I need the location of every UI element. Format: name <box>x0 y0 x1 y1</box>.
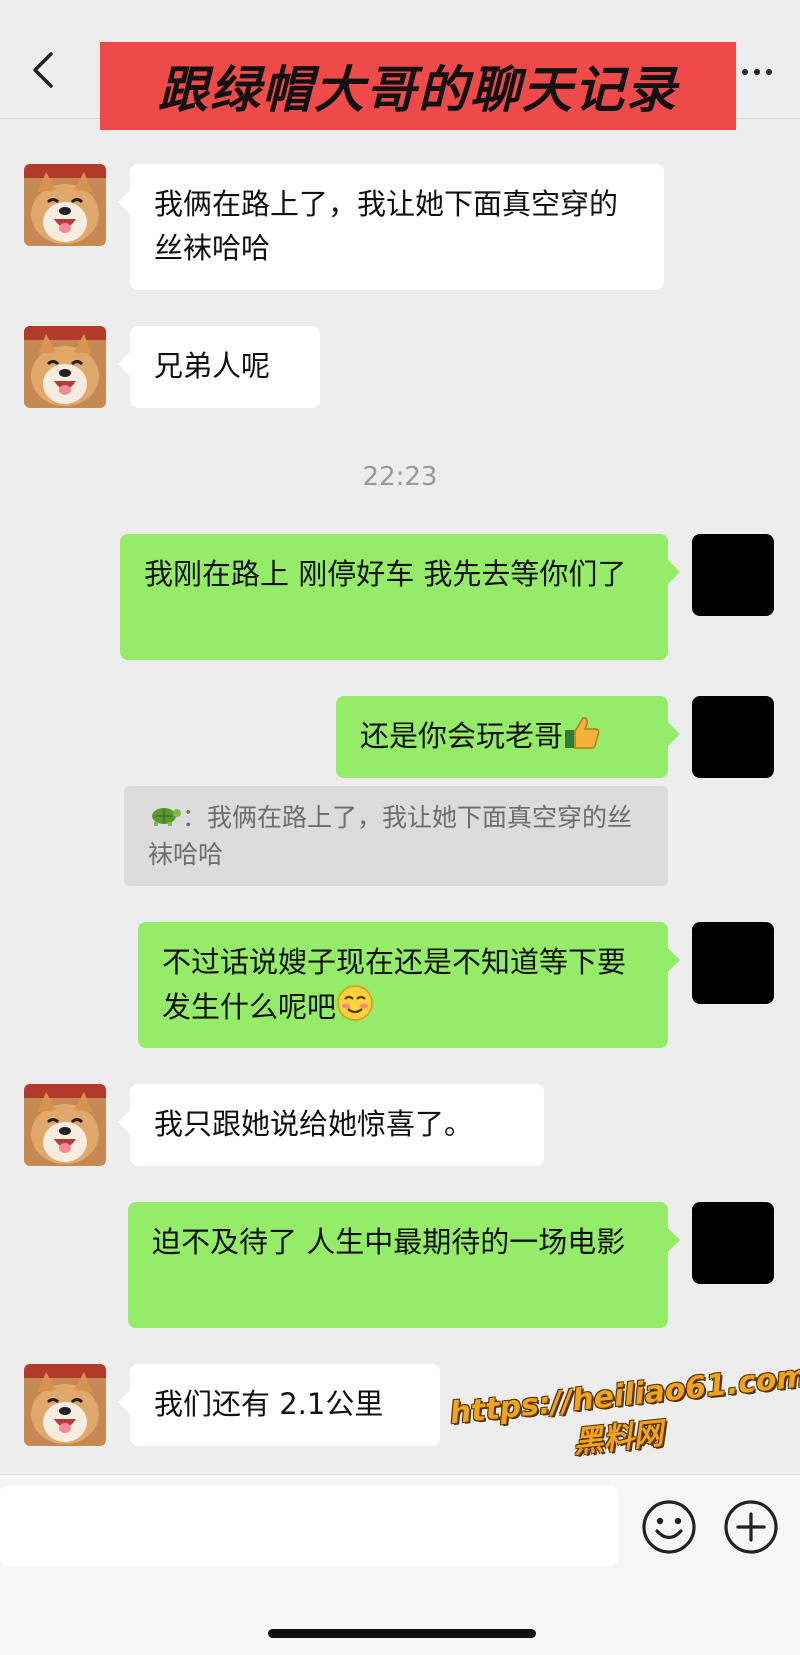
message-bubble-outgoing[interactable]: 我刚在路上 刚停好车 我先去等你们了 <box>120 534 680 660</box>
message-bubble-incoming[interactable]: 我们还有 2.1公里 <box>118 1364 440 1446</box>
add-button[interactable] <box>722 1498 780 1556</box>
smiling-face-icon <box>336 984 374 1034</box>
message-bubble-outgoing[interactable]: 还是你会玩老哥 <box>336 696 680 778</box>
message-text: 我只跟她说给她惊喜了。 <box>154 1107 474 1141</box>
message-timestamp: 22:23 <box>362 462 438 492</box>
title-banner: 跟绿帽大哥的聊天记录 <box>100 42 736 130</box>
my-avatar[interactable] <box>692 534 774 616</box>
message-text: 还是你会玩老哥 <box>360 719 564 753</box>
shiba-avatar-icon <box>24 1084 106 1166</box>
back-button[interactable] <box>26 48 60 92</box>
chevron-left-icon <box>33 52 53 88</box>
my-avatar[interactable] <box>692 922 774 1004</box>
emoji-button[interactable] <box>640 1498 698 1556</box>
dot-icon <box>766 69 772 75</box>
plus-circle-icon <box>724 1500 778 1554</box>
contact-avatar[interactable] <box>24 1084 106 1166</box>
dot-icon <box>754 69 760 75</box>
message-text: 我俩在路上了，我让她下面真空穿的丝袜哈哈 <box>154 187 619 265</box>
message-text: 迫不及待了 人生中最期待的一场电影 <box>152 1225 626 1259</box>
message-input[interactable] <box>0 1486 618 1566</box>
message-text: 我们还有 2.1公里 <box>154 1387 384 1421</box>
page-title: 跟绿帽大哥的聊天记录 <box>158 61 678 119</box>
my-avatar[interactable] <box>692 696 774 778</box>
home-indicator <box>268 1629 536 1638</box>
more-options-button[interactable] <box>732 60 782 84</box>
smiley-icon <box>642 1500 696 1554</box>
my-avatar[interactable] <box>692 1202 774 1284</box>
shiba-avatar-icon <box>24 326 106 408</box>
dot-icon <box>742 69 748 75</box>
message-text: 兄弟人呢 <box>154 349 271 383</box>
shiba-avatar-icon <box>24 1364 106 1446</box>
message-bubble-outgoing[interactable]: 不过话说嫂子现在还是不知道等下要发生什么呢吧 <box>138 922 680 1048</box>
quoted-message[interactable]: ：我俩在路上了，我让她下面真空穿的丝袜哈哈 <box>124 786 668 886</box>
message-text: 不过话说嫂子现在还是不知道等下要发生什么呢吧 <box>162 945 627 1024</box>
message-text: 我刚在路上 刚停好车 我先去等你们了 <box>144 557 627 591</box>
thumbs-up-icon <box>563 714 601 762</box>
watermark: https://heiliao61.com 黑料网 <box>448 1359 800 1493</box>
contact-avatar[interactable] <box>24 1364 106 1446</box>
message-bubble-incoming[interactable]: 我俩在路上了，我让她下面真空穿的丝袜哈哈 <box>118 164 664 290</box>
message-bubble-incoming[interactable]: 兄弟人呢 <box>118 326 320 408</box>
contact-avatar[interactable] <box>24 164 106 246</box>
contact-avatar[interactable] <box>24 326 106 408</box>
shiba-avatar-icon <box>24 164 106 246</box>
turtle-icon <box>148 801 182 837</box>
message-bubble-incoming[interactable]: 我只跟她说给她惊喜了。 <box>118 1084 544 1166</box>
quoted-text: ：我俩在路上了，我让她下面真空穿的丝袜哈哈 <box>148 803 633 869</box>
message-bubble-outgoing[interactable]: 迫不及待了 人生中最期待的一场电影 <box>128 1202 680 1328</box>
